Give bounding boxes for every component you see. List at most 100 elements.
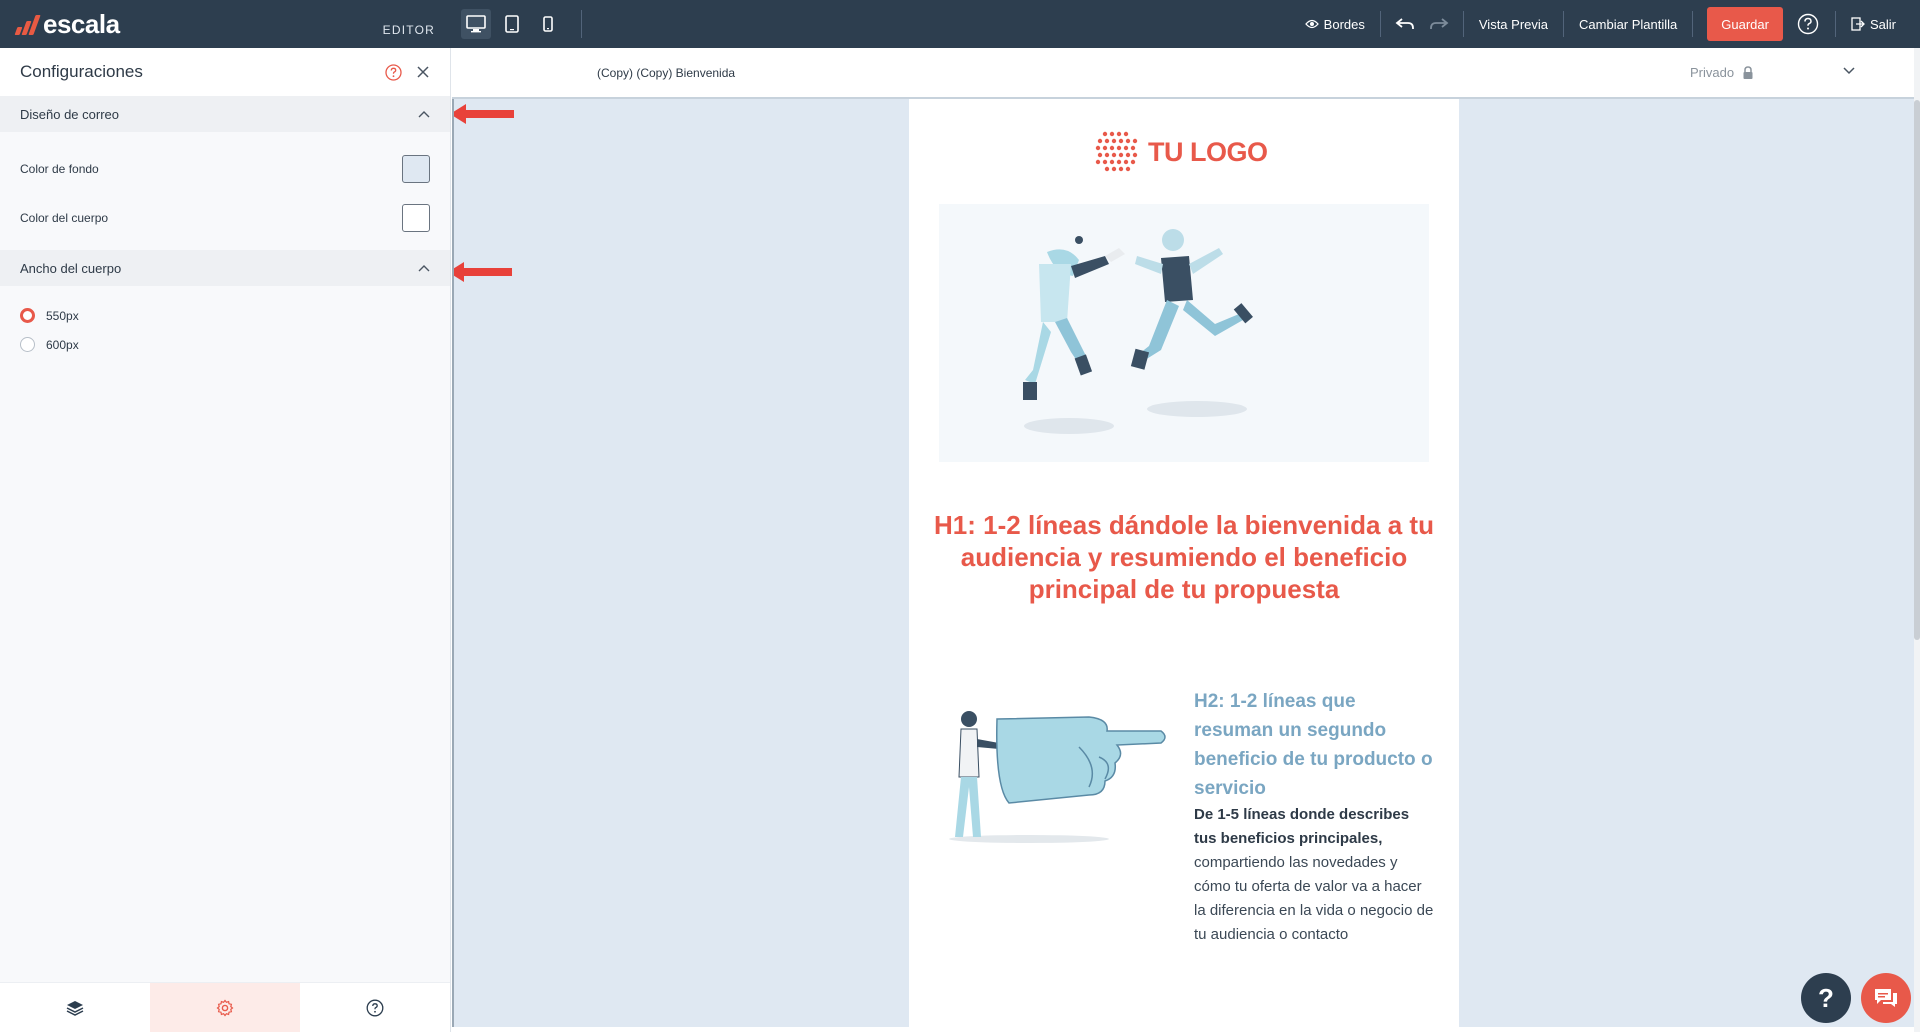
brand-logo-icon (14, 13, 41, 35)
email-heading-h1[interactable]: H1: 1-2 líneas dándole la bienvenida a t… (934, 509, 1434, 605)
email-body[interactable]: TU LOGO H1: 1-2 líneas dándole la bienve… (909, 99, 1459, 1027)
logo-dot (1109, 131, 1115, 137)
privacy-selector[interactable]: Privado (1690, 65, 1754, 80)
logo-dot (1109, 159, 1115, 165)
lock-icon (1743, 65, 1753, 79)
panel-header: Configuraciones (0, 48, 450, 96)
logo-dot (1102, 145, 1108, 151)
panel-title: Configuraciones (20, 62, 143, 81)
email-body-text[interactable]: De 1-5 líneas donde describes tus benefi… (1194, 803, 1434, 947)
body-color-label: Color del cuerpo (20, 210, 109, 225)
annotation-arrow (454, 262, 512, 282)
redo-icon[interactable] (1429, 17, 1449, 31)
radio-button[interactable] (20, 308, 35, 323)
scrollbar-thumb[interactable] (1914, 100, 1920, 640)
divider (1692, 11, 1694, 37)
logo-dot (1111, 166, 1117, 172)
change-template-button[interactable]: Cambiar Plantilla (1564, 0, 1692, 48)
section-title: Ancho del cuerpo (20, 260, 122, 276)
body-color-swatch[interactable] (402, 203, 430, 232)
logo-dot (1123, 145, 1129, 151)
background-color-swatch[interactable] (402, 154, 430, 183)
exit-button[interactable]: Salir (1836, 0, 1896, 48)
editor-canvas: TU LOGO H1: 1-2 líneas dándole la bienve… (452, 99, 1914, 1027)
logo-dot (1130, 145, 1136, 151)
background-color-label: Color de fondo (20, 161, 99, 176)
preview-button[interactable]: Vista Previa (1464, 0, 1563, 48)
logo-dot (1102, 131, 1108, 137)
help-circle-icon[interactable] (1797, 13, 1819, 35)
width-option-600[interactable]: 600px (0, 330, 450, 359)
mobile-view-button[interactable] (533, 9, 563, 39)
chevron-up-icon (418, 265, 430, 272)
logo-dot (1116, 145, 1122, 151)
help-icon (366, 999, 384, 1016)
save-button[interactable]: Guardar (1707, 7, 1783, 41)
logo-dot (1097, 152, 1103, 158)
logo-dot (1118, 138, 1124, 144)
tab-settings[interactable] (150, 983, 300, 1032)
logo-dot (1116, 159, 1122, 165)
gear-icon (216, 999, 234, 1016)
chevron-down-icon[interactable] (1843, 67, 1855, 75)
document-bar: (Copy) (Copy) Bienvenida Privado (452, 48, 1914, 99)
logo-dot (1095, 145, 1101, 151)
section-title: Diseño de correo (20, 106, 119, 122)
pointing-hand-illustration (949, 711, 1166, 843)
logo-dots-icon (1095, 131, 1138, 172)
help-icon[interactable] (385, 63, 402, 81)
logo-dot (1132, 152, 1138, 158)
top-bar: escala EDITOR Bordes Vista Previa Cambia… (0, 0, 1920, 48)
email-logo[interactable]: TU LOGO (1092, 129, 1268, 175)
hero-image[interactable] (939, 204, 1429, 462)
borders-label: Bordes (1323, 16, 1365, 32)
width-option-550[interactable]: 550px (0, 301, 450, 330)
close-icon[interactable] (416, 65, 430, 79)
logo-dot (1116, 131, 1122, 137)
tablet-view-button[interactable] (497, 9, 527, 39)
body-text-rest: compartiendo las novedades y cómo tu ofe… (1194, 854, 1434, 943)
logo-dot (1102, 159, 1108, 165)
editor-label: EDITOR (382, 23, 435, 37)
change-template-label: Cambiar Plantilla (1579, 16, 1678, 32)
logo-dot (1130, 159, 1136, 165)
divider (581, 10, 582, 38)
body-text-bold: De 1-5 líneas donde describes tus benefi… (1194, 806, 1410, 847)
logo-dot (1132, 138, 1138, 144)
logo-dot (1097, 138, 1103, 144)
logo-dot (1111, 152, 1117, 158)
toolbar-actions: Bordes Vista Previa Cambiar Plantilla Gu… (1290, 0, 1920, 48)
email-heading-h2[interactable]: H2: 1-2 líneas que resuman un segundo be… (1194, 687, 1434, 803)
live-chat-button[interactable] (1861, 973, 1911, 1023)
borders-toggle[interactable]: Bordes (1290, 0, 1380, 48)
logo-text: TU LOGO (1148, 136, 1268, 167)
desktop-view-button[interactable] (461, 9, 491, 39)
radio-button[interactable] (20, 337, 35, 352)
annotation-arrow (454, 104, 514, 124)
section-body-width[interactable]: Ancho del cuerpo (0, 250, 450, 286)
brand-name: escala (43, 8, 120, 39)
history-controls (1381, 17, 1463, 31)
tab-layers[interactable] (0, 983, 150, 1032)
logo-dot (1125, 138, 1131, 144)
brand: escala EDITOR (0, 0, 451, 48)
help-chat-button[interactable]: ? (1801, 973, 1851, 1023)
tablet-icon (505, 15, 519, 33)
logo-dot (1104, 166, 1110, 172)
undo-icon[interactable] (1395, 17, 1415, 31)
logo-dot (1118, 166, 1124, 172)
preview-label: Vista Previa (1478, 16, 1549, 32)
panel-tabs (0, 982, 450, 1032)
hero-illustration (1023, 229, 1253, 434)
tab-help[interactable] (300, 983, 450, 1032)
background-color-row: Color de fondo (0, 144, 450, 193)
eye-icon (1304, 19, 1319, 29)
document-name[interactable]: (Copy) (Copy) Bienvenida (597, 66, 735, 80)
logo-dot (1095, 159, 1101, 165)
feature-image[interactable] (939, 697, 1169, 852)
mobile-icon (543, 16, 553, 32)
logo-dot (1123, 131, 1129, 137)
layers-icon (66, 1000, 84, 1016)
section-email-design[interactable]: Diseño de correo (0, 96, 450, 132)
settings-panel: Configuraciones Diseño de correo Color d… (0, 48, 451, 1032)
